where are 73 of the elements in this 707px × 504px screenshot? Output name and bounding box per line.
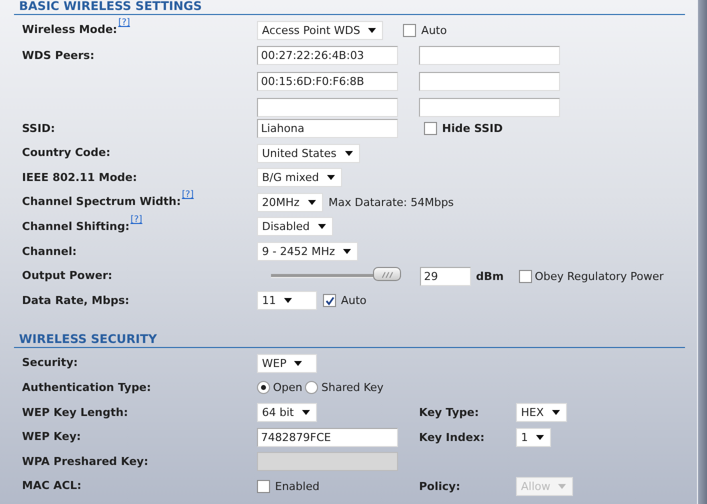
- section-heading: BASIC WIRELESS SETTINGS: [19, 0, 202, 13]
- checkbox-label: Enabled: [275, 480, 320, 493]
- input-field[interactable]: 00:27:22:26:4B:03: [257, 46, 398, 65]
- dropdown[interactable]: Disabled: [257, 217, 333, 236]
- field-label: Policy:: [419, 480, 462, 493]
- field-label: MAC ACL:: [22, 479, 82, 492]
- input-field[interactable]: Liahona: [257, 119, 398, 138]
- field-label: WEP Key Length:: [22, 406, 128, 419]
- checkbox[interactable]: [323, 294, 336, 308]
- checkbox-label: Obey Regulatory Power: [534, 270, 664, 283]
- checkbox[interactable]: [403, 24, 416, 36]
- caret-icon: [302, 410, 310, 416]
- input-field[interactable]: [419, 98, 560, 117]
- caret-icon: [368, 28, 376, 32]
- dropdown[interactable]: 1: [516, 428, 551, 447]
- caret-icon: [552, 410, 560, 416]
- field-label: Security:: [22, 356, 78, 370]
- caret-icon: [284, 298, 292, 304]
- caret-icon: [536, 434, 544, 440]
- caret-icon: [343, 249, 351, 254]
- field-label: WPA Preshared Key:: [22, 454, 148, 468]
- field-label: Key Index:: [419, 430, 486, 444]
- dropdown[interactable]: 11: [257, 291, 317, 310]
- max-datarate-text: Max Datarate: 54Mbps: [328, 196, 454, 209]
- field-label: Country Code:: [22, 146, 110, 160]
- field-label: SSID:: [22, 122, 55, 135]
- caret-icon: [326, 175, 335, 180]
- dropdown[interactable]: 20MHz: [257, 192, 323, 212]
- dropdown[interactable]: WEP: [257, 354, 317, 373]
- radio-label: Open: [273, 381, 302, 394]
- field-label: WDS Peers:: [22, 48, 94, 62]
- input-field[interactable]: 00:15:6D:F0:F6:8B: [257, 72, 398, 91]
- help-link[interactable]: [?]: [130, 214, 142, 225]
- radio-button[interactable]: [257, 381, 270, 394]
- checkbox[interactable]: [518, 270, 532, 283]
- field-label: Output Power:: [22, 269, 112, 282]
- slider-thumb[interactable]: [373, 267, 401, 282]
- dropdown[interactable]: United States: [257, 144, 360, 163]
- checkbox-label: Hide SSID: [442, 122, 503, 136]
- dropdown[interactable]: 64 bit: [257, 403, 317, 422]
- radio-button[interactable]: [305, 381, 318, 394]
- unit-label: dBm: [476, 270, 504, 283]
- caret-icon: [308, 200, 316, 205]
- input-field[interactable]: 7482879FCE: [257, 428, 398, 447]
- input-field[interactable]: [419, 46, 560, 65]
- field-label: Authentication Type:: [22, 380, 152, 394]
- field-label: Channel:: [22, 244, 77, 258]
- dropdown[interactable]: 9 - 2452 MHz: [257, 242, 358, 262]
- caret-icon: [344, 150, 352, 156]
- caret-icon: [558, 484, 566, 489]
- field-label: WEP Key:: [22, 430, 81, 444]
- radio-label: Shared Key: [321, 381, 384, 394]
- caret-icon: [318, 224, 326, 230]
- field-label: Key Type:: [419, 406, 480, 420]
- field-label: IEEE 802.11 Mode:: [22, 170, 137, 184]
- caret-icon: [294, 360, 302, 366]
- checkbox[interactable]: [424, 122, 437, 136]
- input-field[interactable]: [257, 98, 398, 117]
- field-label: Wireless Mode:: [22, 23, 118, 36]
- dropdown[interactable]: B/G mixed: [257, 168, 342, 188]
- help-link[interactable]: [?]: [182, 190, 194, 200]
- field-label: Channel Shifting:: [22, 220, 130, 233]
- checkbox-label: Auto: [421, 24, 447, 36]
- field-label: Data Rate, Mbps:: [22, 294, 130, 307]
- section-heading: WIRELESS SECURITY: [19, 332, 157, 346]
- input-field[interactable]: [419, 72, 560, 91]
- input-field[interactable]: 29: [420, 266, 471, 286]
- checkbox-label: Auto: [341, 294, 367, 308]
- help-link[interactable]: [?]: [118, 18, 130, 28]
- field-label: Channel Spectrum Width:: [22, 195, 181, 208]
- dropdown[interactable]: HEX: [516, 403, 567, 422]
- dropdown[interactable]: Access Point WDS: [257, 20, 384, 40]
- checkbox[interactable]: [257, 480, 270, 493]
